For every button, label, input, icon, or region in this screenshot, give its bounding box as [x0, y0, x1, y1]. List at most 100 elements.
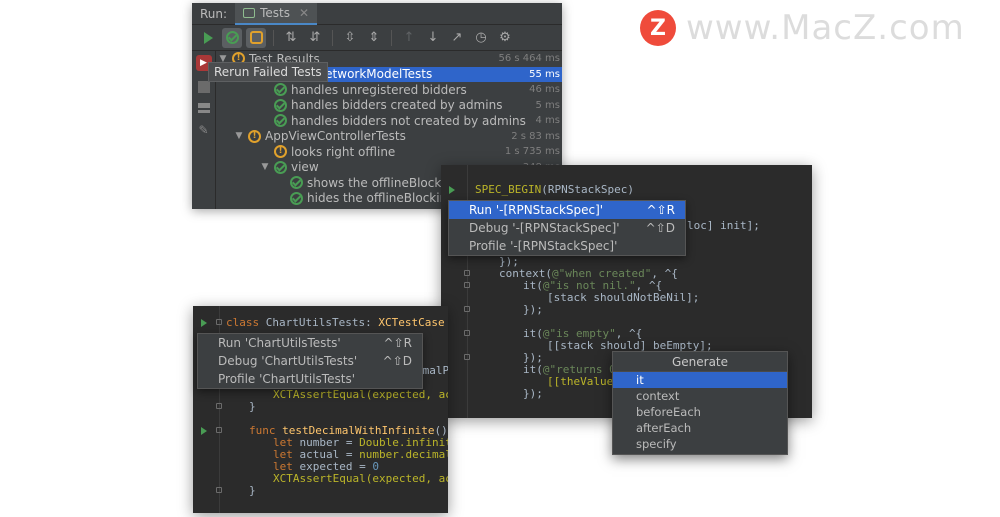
close-tab-icon[interactable]: ✕ [299, 6, 309, 20]
sort-duration-button[interactable]: ⇵ [305, 28, 325, 48]
test-name: handles bidders not created by admins [291, 113, 526, 128]
history-button[interactable]: ◷ [471, 28, 491, 48]
generate-item[interactable]: context [613, 388, 787, 404]
code-line: loc] init]; [687, 220, 760, 232]
toolbar-divider [332, 29, 333, 46]
close-block: }); [523, 303, 543, 316]
run-header: Run: Tests ✕ [192, 3, 562, 25]
context-menu-item[interactable]: Run 'ChartUtilsTests' ^⇧R [198, 334, 422, 352]
menu-item-shortcut: ^⇧D [382, 354, 412, 368]
fold-marker-icon[interactable] [216, 487, 222, 493]
passed-icon [274, 98, 287, 112]
code-line: class ChartUtilsTests: XCTestCase { [226, 316, 445, 329]
generate-item[interactable]: specify [613, 436, 787, 452]
menu-item-label: Profile '-[RPNStackSpec]' [469, 239, 618, 253]
test-tree-row[interactable]: handles unregistered bidders 46 ms [216, 82, 562, 98]
export-icon: ↗ [451, 30, 463, 45]
tab-tests[interactable]: Tests ✕ [235, 3, 318, 25]
generate-item[interactable]: beforeEach [613, 404, 787, 420]
fold-marker-icon[interactable] [464, 270, 470, 276]
alloc-fragment: loc] init]; [687, 219, 760, 232]
test-duration: 4 ms [535, 115, 561, 127]
arrow-up-icon: ↑ [403, 30, 415, 45]
test-name: AppViewControllerTests [265, 129, 406, 144]
export-button[interactable]: ↗ [447, 28, 467, 48]
the-value-call: [[theValue( [547, 375, 620, 388]
collapse-all-button[interactable]: ⇕ [364, 28, 384, 48]
run-label: Run: [200, 6, 228, 21]
expand-all-button[interactable]: ⇳ [340, 28, 360, 48]
test-name: looks right offline [291, 144, 396, 159]
generate-item[interactable]: afterEach [613, 420, 787, 436]
run-gutter-icon[interactable] [201, 319, 207, 327]
play-icon [203, 31, 213, 44]
test-name: handles bidders created by admins [291, 98, 503, 113]
generate-title: Generate [613, 352, 787, 372]
warning-icon: ! [274, 145, 287, 159]
pin-icon[interactable]: ✎ [198, 123, 208, 137]
expand-arrow-icon[interactable]: ▼ [234, 131, 244, 141]
generate-item[interactable]: it [613, 372, 787, 388]
run-gutter-icon[interactable] [449, 186, 455, 194]
fold-marker-icon[interactable] [464, 354, 470, 360]
test-tree-row[interactable]: ! looks right offline 1 s 735 ms [216, 144, 562, 160]
generate-list: it context beforeEach afterEach specify [613, 372, 787, 452]
func-keyword: func [249, 424, 276, 437]
test-name: view [291, 160, 319, 175]
menu-item-label: Run 'ChartUtilsTests' [218, 336, 341, 350]
rerun-failed-tooltip: Rerun Failed Tests [208, 62, 328, 82]
fold-marker-icon[interactable] [464, 306, 470, 312]
next-failed-button[interactable]: ↓ [423, 28, 443, 48]
menu-item-shortcut: ^⇧D [645, 221, 675, 235]
menu-item-shortcut: ^⇧R [646, 203, 675, 217]
settings-button[interactable]: ⚙ [495, 28, 515, 48]
test-config-icon [243, 7, 256, 18]
close-block: }); [523, 387, 543, 400]
show-passed-button[interactable] [222, 27, 242, 48]
superclass-name: XCTestCase [378, 316, 445, 329]
test-duration: 46 ms [529, 84, 560, 96]
toolbar-divider [273, 29, 274, 46]
test-tree-row[interactable]: handles bidders not created by admins 4 m… [216, 113, 562, 129]
code-line: SPEC_BEGIN(RPNStackSpec) [475, 183, 634, 196]
test-tree-row[interactable]: handles bidders created by admins 5 ms [216, 98, 562, 114]
code-line: [stack shouldNotBeNil]; [547, 292, 699, 304]
layout-icon[interactable] [197, 103, 210, 113]
toolbar-divider [391, 29, 392, 46]
fold-marker-icon[interactable] [216, 427, 222, 433]
stop-icon[interactable] [197, 81, 210, 93]
menu-item-label: Debug 'ChartUtilsTests' [218, 354, 358, 368]
fold-marker-icon[interactable] [216, 319, 222, 325]
show-ignored-button[interactable] [246, 27, 266, 48]
sort-alpha-button[interactable]: ⇅ [281, 28, 301, 48]
context-menu-item[interactable]: Run '-[RPNStackSpec]' ^⇧R [449, 201, 685, 219]
test-duration: 55 ms [529, 68, 560, 80]
objc-run-context-menu: Run '-[RPNStackSpec]' ^⇧R Debug '-[RPNStac… [448, 200, 686, 256]
context-menu-item[interactable]: Profile 'ChartUtilsTests' [198, 370, 422, 388]
sort-duration-icon: ⇵ [309, 30, 321, 45]
expand-arrow-icon[interactable]: ▼ [260, 162, 270, 172]
spec-begin-macro: SPEC_BEGIN [475, 183, 542, 196]
passed-icon [274, 83, 287, 97]
fold-marker-icon[interactable] [464, 330, 470, 336]
collapse-all-icon: ⇕ [368, 30, 380, 45]
menu-item-label: Debug '-[RPNStackSpec]' [469, 221, 620, 235]
fold-marker-icon[interactable] [216, 403, 222, 409]
rerun-button[interactable] [198, 28, 218, 48]
expand-all-icon: ⇳ [344, 30, 356, 45]
class-name: ChartUtilsTests [265, 316, 366, 329]
test-tree-row[interactable]: ▼! AppViewControllerTests 2 s 83 ms [216, 129, 562, 145]
context-menu-item[interactable]: Debug 'ChartUtilsTests' ^⇧D [198, 352, 422, 370]
class-keyword: class [226, 316, 260, 329]
tab-tests-label: Tests [260, 5, 290, 20]
passed-icon [290, 176, 303, 190]
context-menu-item[interactable]: Debug '-[RPNStackSpec]' ^⇧D [449, 219, 685, 237]
generate-popup: Generate it context beforeEach afterEach spe… [612, 351, 788, 455]
prev-failed-button[interactable]: ↑ [399, 28, 419, 48]
run-gutter-icon[interactable] [201, 427, 207, 435]
test-name: handles unregistered bidders [291, 82, 467, 97]
menu-item-label: Profile 'ChartUtilsTests' [218, 372, 355, 386]
context-menu-item[interactable]: Profile '-[RPNStackSpec]' [449, 237, 685, 255]
passed-icon [290, 191, 303, 205]
fold-marker-icon[interactable] [464, 282, 470, 288]
